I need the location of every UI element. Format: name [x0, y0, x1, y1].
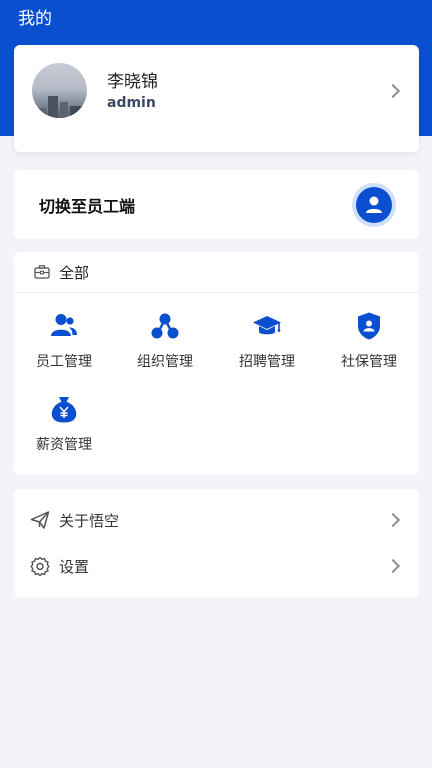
chevron-right-icon [385, 512, 401, 528]
app-label: 社保管理 [341, 354, 397, 370]
app-label: 薪资管理 [36, 437, 92, 453]
paper-plane-icon [30, 511, 50, 529]
org-icon [151, 313, 179, 339]
app-label: 招聘管理 [239, 354, 295, 370]
chevron-right-icon [385, 83, 401, 99]
app-label: 组织管理 [137, 354, 193, 370]
menu-item-about[interactable]: 关于悟空 [14, 497, 419, 543]
profile-name: 李晓锦 [107, 72, 158, 92]
app-social-security-management[interactable]: 社保管理 [319, 311, 419, 381]
menu-list: 关于悟空 设置 [14, 489, 419, 597]
chevron-right-icon [385, 558, 401, 574]
page-title: 我的 [18, 9, 52, 29]
money-bag-icon [51, 397, 77, 423]
profile-username: admin [107, 95, 156, 111]
user-icon [366, 196, 382, 213]
apps-section-title: 全部 [59, 264, 90, 282]
profile-card[interactable]: 李晓锦 admin [14, 45, 419, 152]
app-label: 员工管理 [36, 354, 92, 370]
apps-header: 全部 [14, 252, 419, 293]
switch-to-employee-card[interactable]: 切换至员工端 [14, 170, 419, 239]
apps-section: 全部 员工管理 组织管理 招聘管理 社保管理 薪资管理 [14, 252, 419, 475]
menu-item-label: 设置 [59, 558, 90, 576]
menu-item-settings[interactable]: 设置 [14, 543, 419, 589]
menu-item-label: 关于悟空 [59, 512, 120, 530]
app-salary-management[interactable]: 薪资管理 [14, 394, 114, 464]
shield-user-icon [358, 312, 380, 340]
toolbox-icon [34, 265, 50, 279]
avatar [32, 63, 87, 118]
app-org-management[interactable]: 组织管理 [115, 311, 215, 381]
gear-icon [30, 556, 50, 576]
switch-label: 切换至员工端 [39, 197, 136, 216]
graduation-cap-icon [253, 316, 281, 335]
people-icon [51, 314, 77, 336]
app-recruitment-management[interactable]: 招聘管理 [217, 311, 317, 381]
user-switch-button[interactable] [356, 187, 392, 223]
app-employee-management[interactable]: 员工管理 [14, 311, 114, 381]
